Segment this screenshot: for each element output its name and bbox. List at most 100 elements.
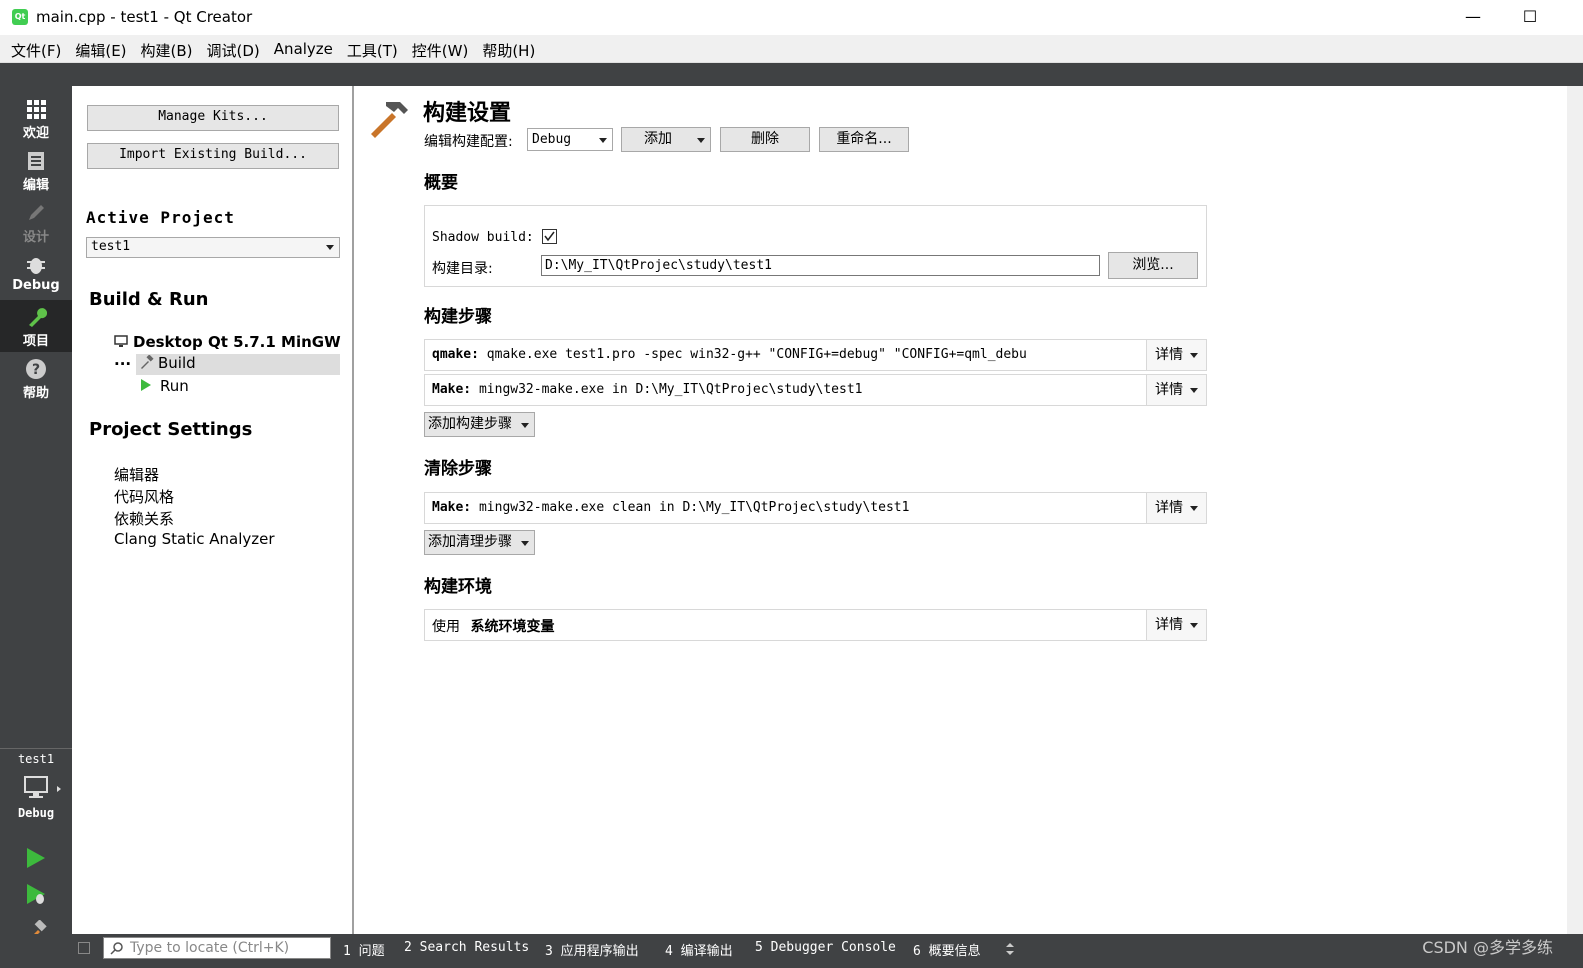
pane-search-results[interactable]: 2 Search Results: [404, 940, 529, 955]
build-run-heading: Build & Run: [89, 289, 209, 310]
details-label: 详情: [1155, 347, 1183, 363]
details-button[interactable]: 详情: [1146, 493, 1206, 523]
chevron-down-icon: [1190, 506, 1198, 511]
clean-steps-heading: 清除步骤: [424, 459, 492, 479]
menu-edit[interactable]: 编辑(E): [68, 35, 133, 62]
manage-kits-button[interactable]: Manage Kits...: [87, 105, 339, 131]
chevron-down-icon: [521, 423, 529, 428]
menu-file[interactable]: 文件(F): [4, 35, 68, 62]
details-label: 详情: [1155, 617, 1183, 633]
step-command: qmake.exe test1.pro -spec win32-g++ "CON…: [486, 347, 1027, 362]
debug-run-icon[interactable]: [24, 882, 48, 906]
mode-sidebar: 欢迎 编辑 设计 Debug 项目 ? 帮助 test1 Debug: [0, 86, 72, 944]
menu-debug[interactable]: 调试(D): [200, 35, 267, 62]
menu-tools[interactable]: 工具(T): [340, 35, 405, 62]
chevron-down-icon: [697, 138, 705, 143]
chevron-down-icon: [1190, 388, 1198, 393]
build-env-heading: 构建环境: [424, 577, 492, 597]
help-icon: ?: [26, 359, 46, 379]
kit-selector-button[interactable]: Debug: [0, 772, 72, 824]
add-clean-step-label: 添加清理步骤: [428, 534, 512, 550]
up-down-arrows-icon[interactable]: [1005, 942, 1015, 956]
details-button[interactable]: 详情: [1146, 375, 1206, 405]
mode-debug[interactable]: Debug: [0, 248, 72, 300]
step-command: mingw32-make.exe in D:\My_IT\QtProjec\st…: [478, 382, 863, 397]
play-icon: [141, 379, 151, 391]
grid-icon: [27, 100, 46, 119]
step-name: Make:: [432, 382, 472, 397]
settings-item-editor[interactable]: 编辑器: [114, 464, 159, 485]
add-build-step-button[interactable]: 添加构建步骤: [424, 412, 535, 437]
minimize-button[interactable]: —: [1453, 4, 1493, 30]
build-dir-input[interactable]: [541, 255, 1100, 276]
delete-config-button[interactable]: 删除: [720, 127, 810, 152]
maximize-button[interactable]: ☐: [1510, 4, 1550, 30]
details-label: 详情: [1155, 500, 1183, 516]
add-clean-step-button[interactable]: 添加清理步骤: [424, 530, 535, 555]
details-label: 详情: [1155, 382, 1183, 398]
mode-projects-label: 项目: [22, 334, 49, 349]
monitor-icon: [24, 776, 48, 798]
details-button[interactable]: 详情: [1146, 340, 1206, 370]
mode-welcome[interactable]: 欢迎: [0, 92, 72, 144]
clean-step-make[interactable]: Make: mingw32-make.exe clean in D:\My_IT…: [424, 492, 1207, 524]
edit-config-label: 编辑构建配置:: [424, 134, 513, 150]
chevron-down-icon: [521, 541, 529, 546]
pane-debugger-console[interactable]: 5 Debugger Console: [755, 940, 896, 955]
tree-item-build[interactable]: Build: [136, 354, 340, 375]
chevron-right-icon: [57, 786, 61, 792]
active-project-combo[interactable]: test1: [86, 237, 340, 258]
step-name: qmake:: [432, 347, 479, 362]
chevron-down-icon: [326, 245, 334, 250]
rename-config-button[interactable]: 重命名...: [819, 127, 909, 152]
import-existing-build-button[interactable]: Import Existing Build...: [87, 143, 339, 169]
pane-application-output[interactable]: 3 应用程序输出: [545, 940, 639, 959]
pane-issues[interactable]: 1 问题: [343, 940, 385, 959]
mode-design[interactable]: 设计: [0, 196, 72, 248]
tree-item-build-label: Build: [158, 354, 196, 372]
wrench-icon: [29, 308, 47, 327]
build-step-qmake[interactable]: qmake: qmake.exe test1.pro -spec win32-g…: [424, 339, 1207, 371]
run-icon[interactable]: [24, 846, 48, 870]
tree-item-run[interactable]: Run: [140, 377, 189, 395]
settings-item-dependencies[interactable]: 依赖关系: [114, 508, 174, 529]
build-config-combo[interactable]: Debug: [527, 128, 613, 151]
add-config-button[interactable]: 添加: [621, 127, 711, 152]
env-value: 系统环境变量: [470, 619, 555, 635]
chevron-down-icon: [1190, 623, 1198, 628]
settings-item-code-style[interactable]: 代码风格: [114, 486, 174, 507]
menu-widgets[interactable]: 控件(W): [405, 35, 476, 62]
build-step-make[interactable]: Make: mingw32-make.exe in D:\My_IT\QtPro…: [424, 374, 1207, 406]
shadow-build-checkbox[interactable]: [542, 229, 557, 244]
mode-welcome-label: 欢迎: [22, 126, 49, 141]
kit-config-name: Debug: [17, 806, 55, 820]
locator-input[interactable]: Type to locate (Ctrl+K): [103, 937, 331, 959]
mode-edit-label: 编辑: [22, 178, 49, 193]
kit-project-name: test1: [17, 752, 55, 766]
mode-help[interactable]: ? 帮助: [0, 352, 72, 404]
settings-item-clang-analyzer[interactable]: Clang Static Analyzer: [114, 530, 275, 548]
toolbar-strip: [0, 63, 1583, 86]
build-env-panel[interactable]: 使用 系统环境变量 详情: [424, 609, 1207, 641]
pane-compile-output[interactable]: 4 编译输出: [665, 940, 733, 959]
hammer-icon: [141, 354, 154, 369]
mode-edit[interactable]: 编辑: [0, 144, 72, 196]
add-build-step-label: 添加构建步骤: [428, 416, 512, 432]
search-icon: [110, 942, 123, 955]
menu-analyze[interactable]: Analyze: [267, 35, 340, 62]
build-settings-page: 构建设置 编辑构建配置: Debug 添加 删除 重命名... 概要 Shado…: [356, 86, 1567, 934]
step-name: Make:: [432, 500, 472, 515]
projects-navigation-panel: Manage Kits... Import Existing Build... …: [72, 86, 354, 934]
hammer-icon: [371, 102, 408, 138]
active-project-heading: Active Project: [86, 208, 235, 227]
pane-general-messages[interactable]: 6 概要信息: [913, 940, 981, 959]
details-button[interactable]: 详情: [1146, 610, 1206, 640]
menu-build[interactable]: 构建(B): [134, 35, 200, 62]
shadow-build-label: Shadow build:: [432, 230, 534, 245]
mode-projects[interactable]: 项目: [0, 300, 72, 352]
menu-help[interactable]: 帮助(H): [475, 35, 542, 62]
sidebar-toggle-icon[interactable]: [78, 942, 90, 954]
mode-help-label: 帮助: [22, 386, 49, 401]
browse-button[interactable]: 浏览...: [1108, 252, 1198, 279]
vertical-scrollbar[interactable]: [1567, 86, 1583, 934]
